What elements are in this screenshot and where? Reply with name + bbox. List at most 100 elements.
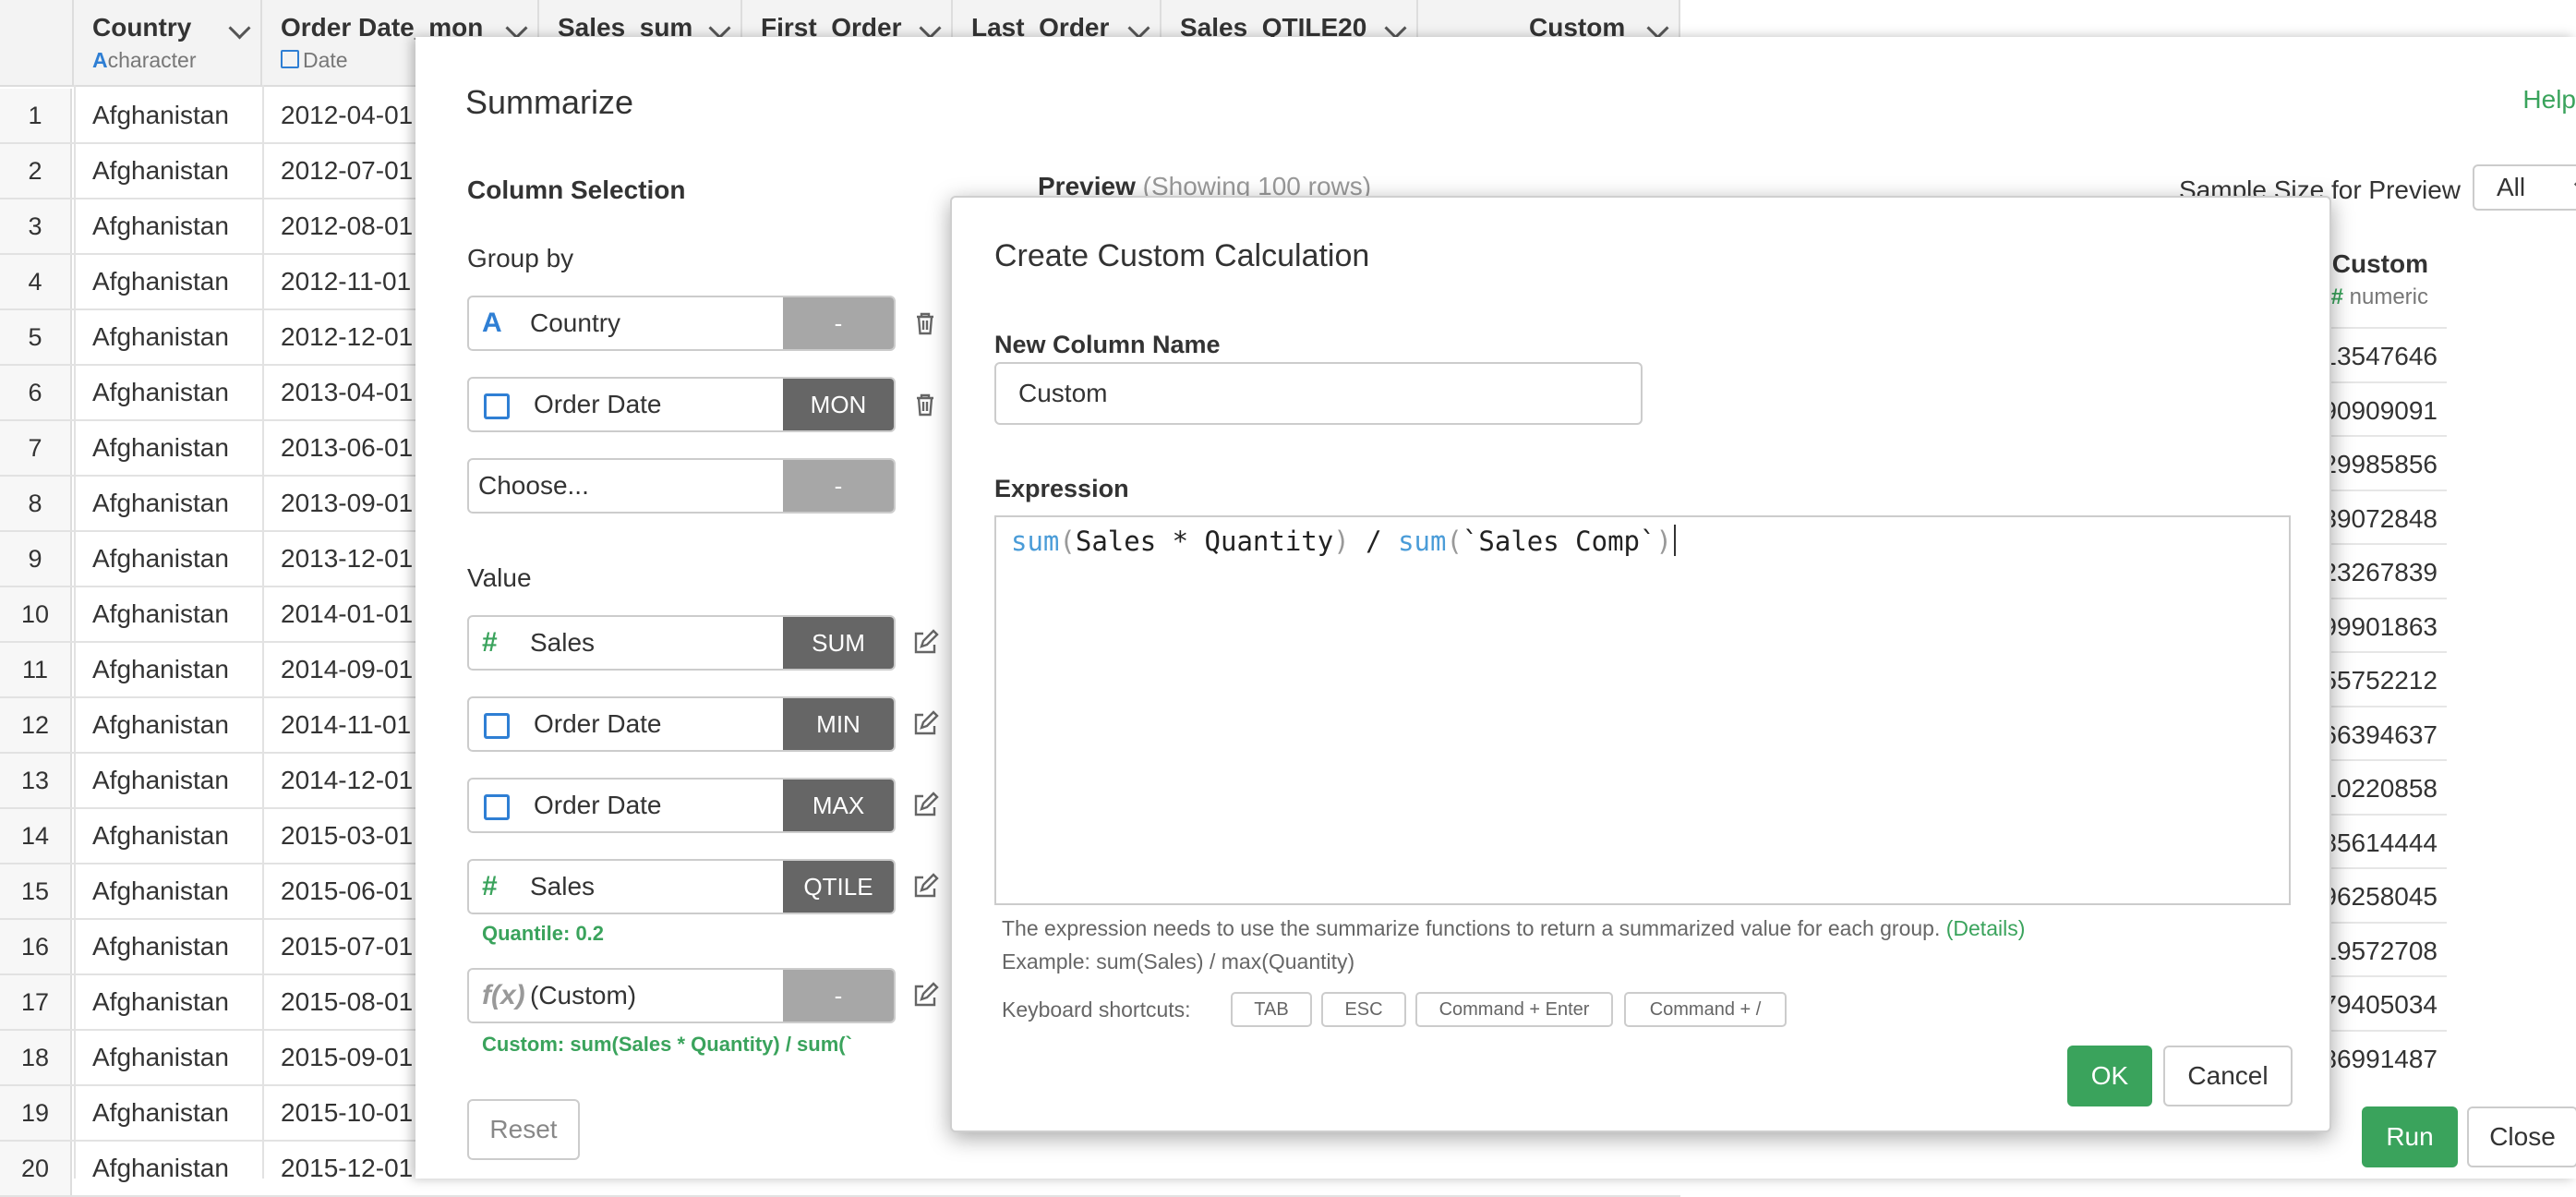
numeric-type-icon: # <box>482 627 498 658</box>
row-index: 2 <box>0 144 72 198</box>
expression-token: `Sales Comp` <box>1462 526 1656 557</box>
cell-order-date: 2014-09-01 <box>281 655 414 683</box>
aggregation-button[interactable]: SUM <box>783 617 894 669</box>
cell-country: Afghanistan <box>92 544 229 573</box>
edit-icon[interactable] <box>910 791 940 820</box>
expression-editor[interactable]: sum(Sales * Quantity) / sum(`Sales Comp`… <box>994 515 2291 905</box>
sample-size-select[interactable]: All <box>2473 164 2576 211</box>
edit-icon[interactable] <box>910 872 940 901</box>
value-field-sales-qtile[interactable]: # Sales QTILE <box>467 859 896 914</box>
cancel-button[interactable]: Cancel <box>2163 1046 2293 1106</box>
cell-country: Afghanistan <box>92 489 229 517</box>
calendar-icon <box>484 713 510 739</box>
shortcut-key: ESC <box>1321 992 1406 1027</box>
row-index: 3 <box>0 200 72 253</box>
expression-token: Sales * Quantity <box>1075 526 1334 557</box>
row-index: 6 <box>0 366 72 419</box>
cell-country: Afghanistan <box>92 156 229 185</box>
create-custom-calculation-modal: Create Custom Calculation New Column Nam… <box>950 196 2331 1132</box>
row-index: 17 <box>0 975 72 1029</box>
row-index: 7 <box>0 421 72 475</box>
cell-order-date: 2015-03-01 <box>281 821 414 850</box>
row-index: 5 <box>0 310 72 364</box>
aggregation-button[interactable]: - <box>783 970 894 1022</box>
cell-order-date: 2012-04-01 <box>281 101 414 129</box>
cell-order-date: 2015-12-01 <box>281 1154 414 1182</box>
column-type: character <box>107 48 197 72</box>
cell-order-date: 2015-06-01 <box>281 877 414 905</box>
edit-icon[interactable] <box>910 981 940 1010</box>
expression-example: Example: sum(Sales) / max(Quantity) <box>1002 949 1355 973</box>
trash-icon[interactable] <box>910 390 940 419</box>
value-field-sales-sum[interactable]: # Sales SUM <box>467 615 896 671</box>
aggregation-button[interactable]: MON <box>783 379 894 430</box>
column-name: Country <box>92 13 192 42</box>
expression-label: Expression <box>994 475 1129 502</box>
paren-token: ) <box>1655 526 1672 557</box>
function-icon: f(x) <box>482 980 525 1010</box>
trash-icon[interactable] <box>910 308 940 338</box>
edit-icon[interactable] <box>910 628 940 658</box>
close-button[interactable]: Close <box>2467 1106 2576 1167</box>
modal-title: Create Custom Calculation <box>994 238 1370 273</box>
preview-column-type: numeric <box>2349 284 2428 309</box>
row-index: 4 <box>0 255 72 308</box>
cell-order-date: 2013-09-01 <box>281 489 414 517</box>
column-header-country[interactable]: Country Acharacter <box>74 0 262 85</box>
cell-country: Afghanistan <box>92 987 229 1016</box>
aggregation-button[interactable]: MIN <box>783 698 894 750</box>
function-token: sum <box>1398 526 1447 557</box>
aggregation-button[interactable]: QTILE <box>783 861 894 913</box>
ok-button[interactable]: OK <box>2067 1046 2152 1106</box>
cell-country: Afghanistan <box>92 1043 229 1071</box>
run-button[interactable]: Run <box>2362 1106 2458 1167</box>
group-by-choose-field[interactable]: Choose... - <box>467 458 896 514</box>
cell-order-date: 2015-07-01 <box>281 932 414 961</box>
cell-order-date: 2013-12-01 <box>281 544 414 573</box>
cell-country: Afghanistan <box>92 267 229 296</box>
row-index: 13 <box>0 754 72 807</box>
text-cursor <box>1673 525 1676 556</box>
cell-country: Afghanistan <box>92 599 229 628</box>
row-index: 15 <box>0 864 72 918</box>
reset-button[interactable]: Reset <box>467 1099 580 1160</box>
cell-country: Afghanistan <box>92 710 229 739</box>
field-label: (Custom) <box>530 981 637 1010</box>
calendar-icon <box>484 794 510 820</box>
value-field-order-date-min[interactable]: Order Date MIN <box>467 696 896 752</box>
cell-country: Afghanistan <box>92 877 229 905</box>
calendar-icon <box>281 50 299 68</box>
operator-token: / <box>1349 526 1399 557</box>
cell-country: Afghanistan <box>92 766 229 794</box>
row-index: 20 <box>0 1142 72 1195</box>
field-label: Sales <box>530 628 596 657</box>
sample-size-value: All <box>2497 173 2526 201</box>
group-by-field-order-date[interactable]: Order Date MON <box>467 377 896 432</box>
row-index: 11 <box>0 643 72 696</box>
value-field-custom[interactable]: f(x) (Custom) - <box>467 968 896 1023</box>
field-label: Choose... <box>478 471 589 500</box>
help-link[interactable]: Help <box>2522 85 2576 115</box>
value-field-order-date-max[interactable]: Order Date MAX <box>467 778 896 833</box>
details-link[interactable]: (Details) <box>1946 916 2026 940</box>
group-by-field-country[interactable]: A Country - <box>467 296 896 351</box>
cell-country: Afghanistan <box>92 932 229 961</box>
shortcut-key: Command + Enter <box>1415 992 1613 1027</box>
row-index: 8 <box>0 477 72 530</box>
edit-icon[interactable] <box>910 709 940 739</box>
new-column-name-input[interactable] <box>994 362 1643 425</box>
cell-country: Afghanistan <box>92 821 229 850</box>
aggregation-button[interactable]: - <box>783 297 894 349</box>
expression-help-text: The expression needs to use the summariz… <box>1002 916 2025 941</box>
shortcut-key: TAB <box>1231 992 1312 1027</box>
value-label: Value <box>467 563 532 592</box>
column-selection-title: Column Selection <box>467 175 686 204</box>
cell-country: Afghanistan <box>92 378 229 406</box>
aggregation-button[interactable]: - <box>783 460 894 512</box>
cell-order-date: 2012-08-01 <box>281 212 414 240</box>
shortcut-key: Command + / <box>1624 992 1787 1027</box>
row-index: 1 <box>0 89 72 142</box>
aggregation-button[interactable]: MAX <box>783 780 894 831</box>
expression-help-message: The expression needs to use the summariz… <box>1002 916 1941 940</box>
cell-order-date: 2013-06-01 <box>281 433 414 462</box>
